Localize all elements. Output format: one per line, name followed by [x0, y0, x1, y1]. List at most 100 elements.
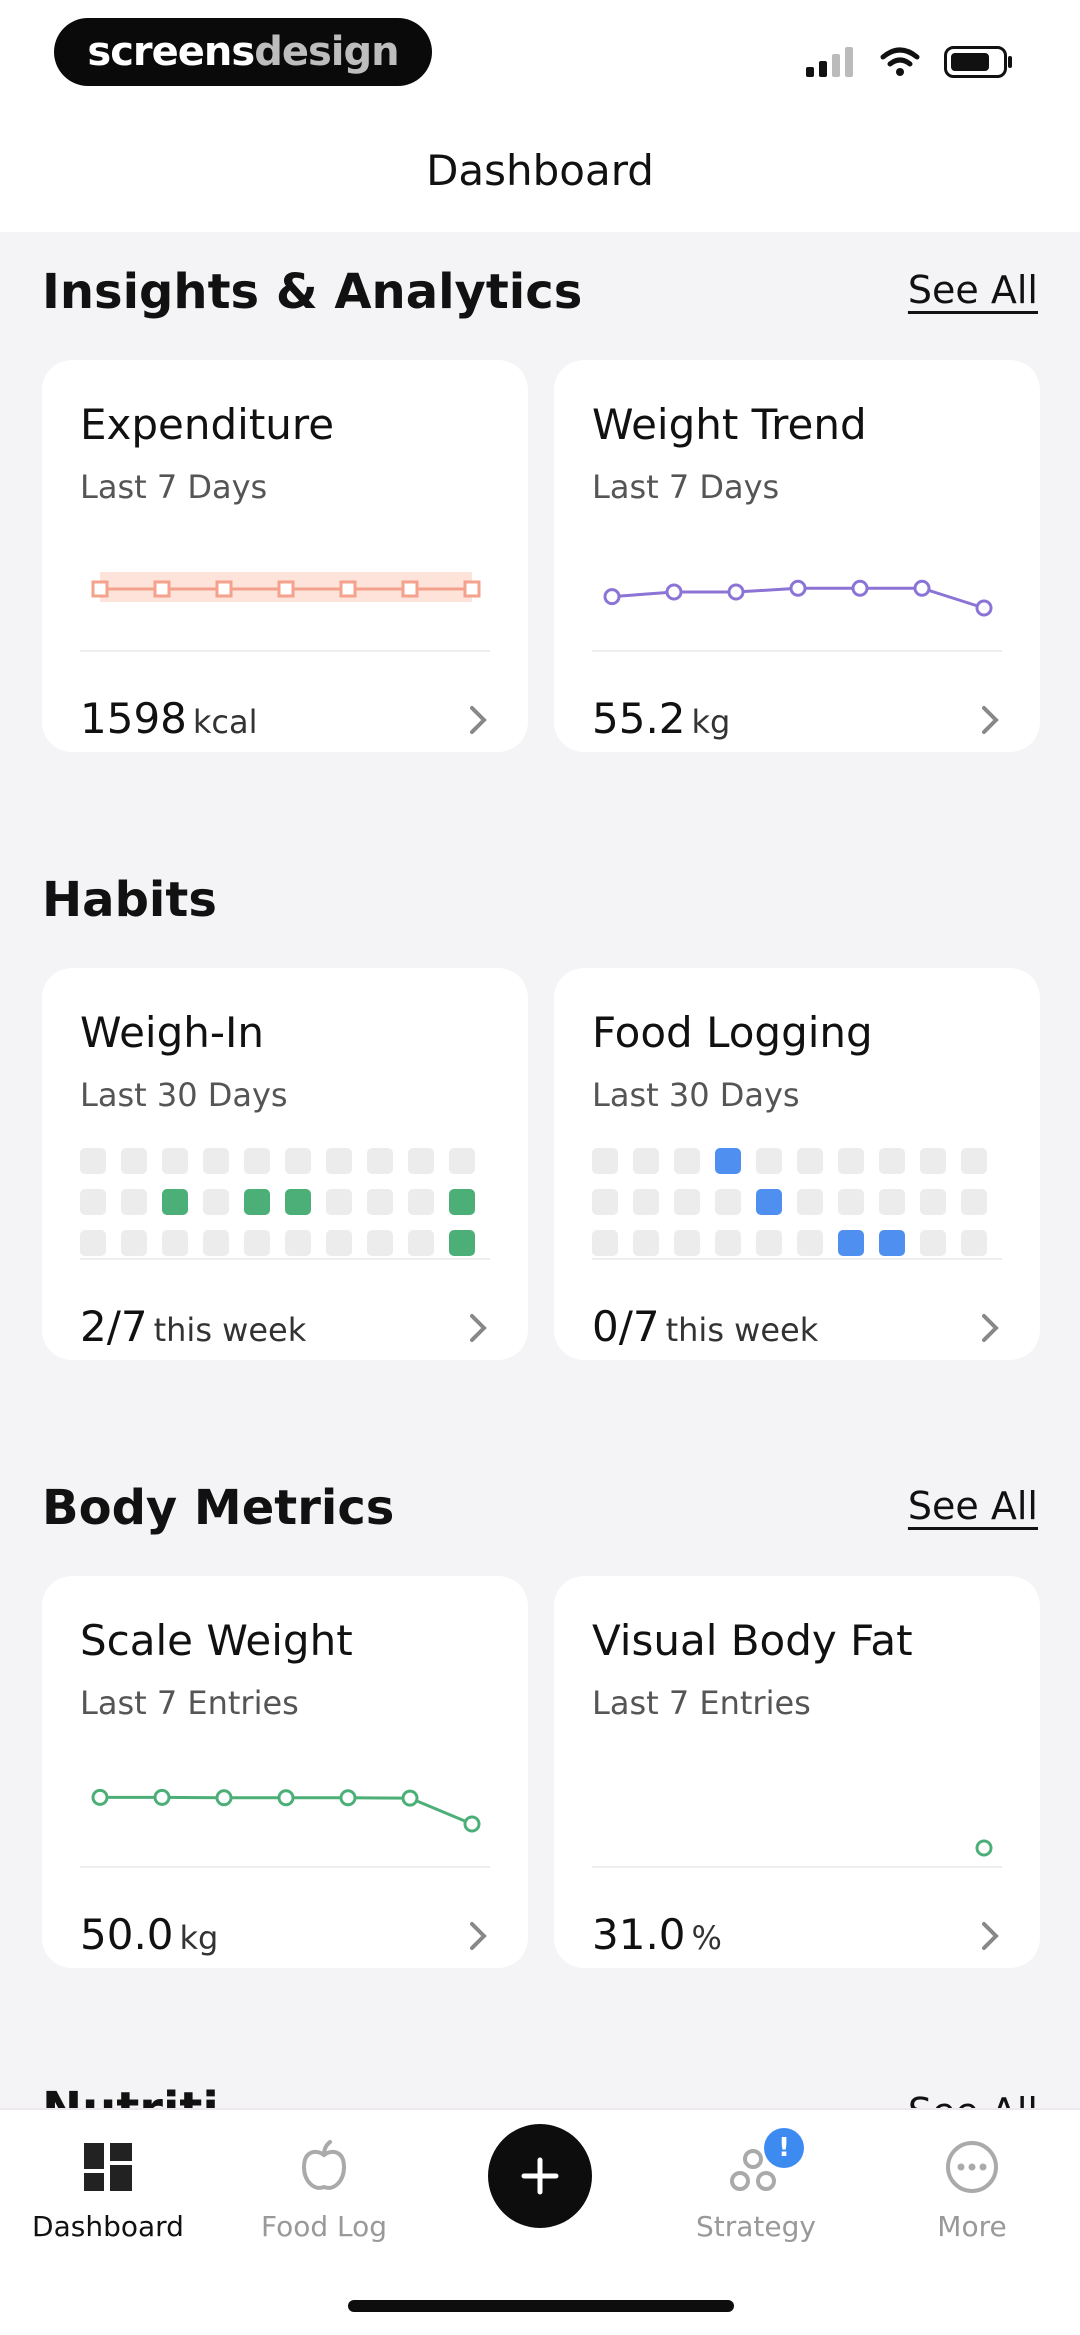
data-point	[277, 1789, 295, 1807]
day-cell	[715, 1230, 741, 1256]
tab-strategy[interactable]: ! Strategy	[648, 2128, 864, 2243]
day-cell	[449, 1148, 475, 1174]
card-value: 1598 kcal	[80, 694, 258, 743]
day-cell	[285, 1230, 311, 1256]
day-cell	[449, 1230, 475, 1256]
data-point	[215, 580, 233, 598]
day-cell	[203, 1189, 229, 1215]
day-cell	[408, 1148, 434, 1174]
data-point	[153, 580, 171, 598]
day-cell	[715, 1189, 741, 1215]
day-cell	[633, 1189, 659, 1215]
page-title: Dashboard	[426, 146, 654, 195]
tab-more[interactable]: More	[864, 2132, 1080, 2243]
chevron-right-icon	[982, 1314, 999, 1342]
day-cell	[633, 1148, 659, 1174]
signal-icon	[806, 47, 853, 77]
day-cell	[920, 1189, 946, 1215]
tab-label: Dashboard	[32, 2210, 184, 2243]
insights-see-all-link[interactable]: See All	[908, 268, 1038, 312]
day-cell	[592, 1148, 618, 1174]
chevron-right-icon	[982, 706, 999, 734]
data-point	[215, 1789, 233, 1807]
body-metrics-section-title: Body Metrics	[42, 1480, 395, 1536]
tab-label: Strategy	[696, 2210, 816, 2243]
wifi-icon	[880, 47, 920, 76]
value-number: 1598	[80, 694, 187, 743]
card-divider	[592, 1866, 1002, 1868]
data-point	[277, 580, 295, 598]
day-cell	[879, 1230, 905, 1256]
day-cell	[920, 1230, 946, 1256]
day-cell	[961, 1189, 987, 1215]
card-divider	[592, 1258, 1002, 1260]
brand-text-1: screens	[87, 29, 255, 75]
day-cell	[367, 1230, 393, 1256]
plus-icon	[521, 2157, 559, 2195]
value-number: 0/7	[592, 1302, 660, 1351]
day-cell	[162, 1148, 188, 1174]
tab-food-log[interactable]: Food Log	[216, 2132, 432, 2243]
day-cell	[244, 1148, 270, 1174]
card-title: Scale Weight	[80, 1616, 353, 1665]
day-cell	[203, 1230, 229, 1256]
card-subtitle: Last 7 Days	[592, 468, 780, 506]
data-point	[789, 579, 807, 597]
data-point	[665, 583, 683, 601]
chevron-right-icon	[470, 1922, 487, 1950]
day-cell	[203, 1148, 229, 1174]
day-cell	[244, 1189, 270, 1215]
day-cell	[879, 1148, 905, 1174]
value-number: 2/7	[80, 1302, 148, 1351]
card-title: Weight Trend	[592, 400, 867, 449]
day-cell	[408, 1189, 434, 1215]
day-cell	[592, 1230, 618, 1256]
weight-trend-card[interactable]: Weight Trend Last 7 Days 55.2 kg	[554, 360, 1040, 752]
data-point	[603, 588, 621, 606]
value-number: 55.2	[592, 694, 686, 743]
expenditure-card[interactable]: Expenditure Last 7 Days 1598 kcal	[42, 360, 528, 752]
day-cell	[756, 1148, 782, 1174]
visual-body-fat-chart	[975, 1839, 993, 1857]
value-unit: this week	[153, 1311, 307, 1349]
dashboard-icon	[84, 2143, 132, 2191]
card-subtitle: Last 7 Entries	[80, 1684, 299, 1722]
add-button[interactable]	[488, 2124, 592, 2228]
top-bar: screens design Dashboard	[0, 0, 1080, 232]
day-cell	[367, 1189, 393, 1215]
visual-body-fat-card[interactable]: Visual Body Fat Last 7 Entries 31.0%	[554, 1576, 1040, 1968]
day-cell	[797, 1148, 823, 1174]
card-value: 50.0 kg	[80, 1910, 218, 1959]
data-point	[401, 1789, 419, 1807]
data-point	[851, 579, 869, 597]
weigh-in-card[interactable]: Weigh-In Last 30 Days 2/7 this week	[42, 968, 528, 1360]
day-cell	[633, 1230, 659, 1256]
day-cell	[162, 1189, 188, 1215]
card-divider	[80, 650, 490, 652]
brand-logo: screens design	[54, 18, 432, 86]
tab-label: Food Log	[260, 2210, 388, 2243]
data-point	[339, 580, 357, 598]
value-unit: kg	[691, 703, 731, 741]
day-cell	[80, 1189, 106, 1215]
card-value: 55.2 kg	[592, 694, 730, 743]
tab-dashboard[interactable]: Dashboard	[0, 2132, 216, 2243]
body-metrics-see-all-link[interactable]: See All	[908, 1484, 1038, 1528]
value-unit: kg	[179, 1919, 219, 1957]
food-logging-card[interactable]: Food Logging Last 30 Days 0/7 this week	[554, 968, 1040, 1360]
day-cell	[838, 1148, 864, 1174]
card-divider	[80, 1258, 490, 1260]
expenditure-chart	[91, 572, 481, 602]
battery-icon	[944, 46, 1012, 78]
value-number: 31.0	[592, 1910, 686, 1959]
scale-weight-card[interactable]: Scale Weight Last 7 Entries 50.0 kg	[42, 1576, 528, 1968]
day-cell	[326, 1148, 352, 1174]
card-divider	[592, 650, 1002, 652]
card-subtitle: Last 30 Days	[592, 1076, 800, 1114]
value-unit: %	[691, 1919, 722, 1957]
card-value: 31.0%	[592, 1910, 722, 1959]
data-point	[463, 580, 481, 598]
value-number: 50.0	[80, 1910, 174, 1959]
day-cell	[592, 1189, 618, 1215]
day-cell	[674, 1230, 700, 1256]
